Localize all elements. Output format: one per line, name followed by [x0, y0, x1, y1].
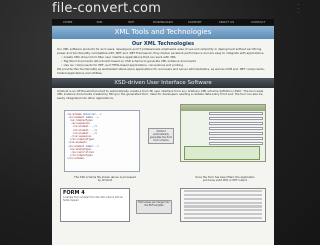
- nav-item-about[interactable]: ABOUT US: [211, 19, 243, 25]
- site-logo[interactable]: file-convert.com: [52, 1, 161, 16]
- contact-info: ... ... ...: [190, 2, 300, 15]
- form-field: [209, 136, 263, 140]
- main-content: XML Tools and Technologies Our XML Techn…: [52, 26, 274, 245]
- section-footer-paragraph: We provide this functionality as well-te…: [57, 67, 265, 75]
- form-field: [209, 131, 263, 135]
- form4-thumbnail: FORM 4 A sample form rendered from the X…: [60, 187, 130, 222]
- main-nav: HOME XML PDF DOWNLOADS SUPPORT ABOUT US …: [52, 19, 274, 25]
- site-header: file-convert.com ... ... ... HOME XML PD…: [0, 0, 320, 25]
- xsd-paragraph: XmlGrid is an off-the-shelf product to a…: [57, 88, 264, 100]
- process-note: XmlGrid automatically generates the form…: [148, 127, 174, 144]
- xsd-section: XmlGrid is an off-the-shelf product to a…: [52, 88, 274, 224]
- pdf-output-thumbnail: [180, 187, 266, 222]
- merge-callout: Field values are merged into the PDF tem…: [136, 199, 172, 214]
- xsd-code-screenshot: <xs:schema xmlns:xs=...> <xs:element nam…: [64, 109, 140, 172]
- form-field: [209, 126, 263, 130]
- form-field: [209, 121, 263, 125]
- caption-left: The XSD schema file shown above is proce…: [74, 175, 136, 182]
- feature-list: Create XSD-driven form-filler user inter…: [52, 56, 274, 67]
- section-header-strip: XSD-driven User Interface Software: [52, 77, 274, 88]
- caption-right: Once the form has been filled, the appli…: [195, 175, 255, 182]
- page-banner: XML Tools and Technologies: [52, 26, 274, 39]
- section-paragraph: Our XML software products for end users,…: [57, 47, 265, 55]
- form-field: [209, 141, 263, 145]
- form-highlight-box: [184, 145, 260, 160]
- form4-note: A sample form rendered from the XSD sche…: [63, 195, 123, 202]
- nav-item-home[interactable]: HOME: [52, 19, 84, 25]
- nav-item-xml[interactable]: XML: [84, 19, 116, 25]
- nav-item-support[interactable]: SUPPORT: [179, 19, 211, 25]
- form-field: [209, 116, 263, 120]
- contact-line: ...: [297, 10, 300, 15]
- page: file-convert.com ... ... ... HOME XML PD…: [0, 0, 320, 245]
- nav-item-downloads[interactable]: DOWNLOADS: [147, 19, 179, 25]
- form-field: [209, 111, 263, 115]
- nav-item-pdf[interactable]: PDF: [115, 19, 147, 25]
- nav-item-contact[interactable]: CONTACT: [242, 19, 274, 25]
